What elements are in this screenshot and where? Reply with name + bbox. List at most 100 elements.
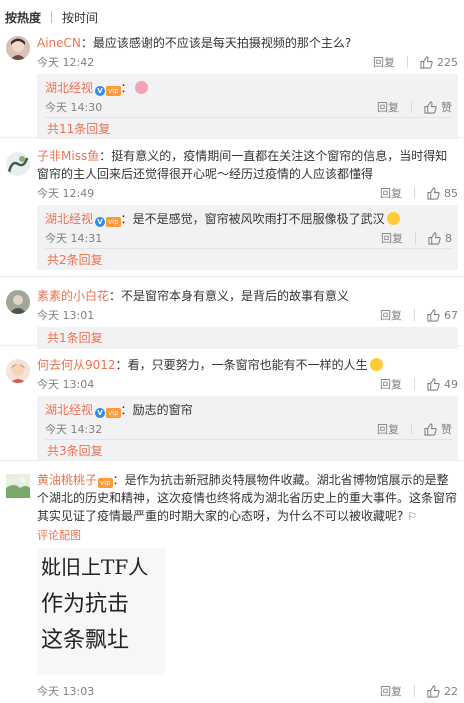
reply-box: 湖北经视 Vvip ：是不是感觉，窗帘被风吹雨打不屈服像极了武汉 今天 14:31 … bbox=[37, 205, 458, 270]
comment-image[interactable]: 妣旧上TF人 作为抗击 这条飘圵 bbox=[37, 548, 165, 675]
comment-meta: 今天 12:49 回复 85 bbox=[37, 183, 458, 203]
comment-item: 素素的小白花：不是窗帘本身有意义，是背后的故事有意义 今天 13:01 回复 6… bbox=[0, 276, 464, 349]
comment-image-link[interactable]: 评论配图 bbox=[37, 529, 81, 542]
more-replies-link[interactable]: 共11条回复 bbox=[45, 117, 452, 139]
like-button[interactable]: 49 bbox=[427, 378, 458, 391]
divider bbox=[414, 378, 415, 390]
like-count: 67 bbox=[444, 308, 458, 322]
like-button[interactable]: 8 bbox=[428, 232, 452, 245]
like-count: 22 bbox=[444, 684, 458, 698]
reply-button[interactable]: 回复 bbox=[381, 230, 403, 246]
divider bbox=[414, 685, 415, 697]
comment-text: 不是窗帘本身有意义，是背后的故事有意义 bbox=[121, 289, 350, 303]
comment-meta: 今天 13:04 回复 49 bbox=[37, 374, 458, 394]
like-label: 赞 bbox=[441, 423, 452, 436]
reply-time: 今天 14:30 bbox=[45, 101, 103, 114]
comment-time: 今天 12:42 bbox=[37, 56, 95, 69]
sort-by-time-tab[interactable]: 按时间 bbox=[62, 9, 98, 26]
more-replies-link[interactable]: 共2条回复 bbox=[45, 248, 452, 270]
comment-item: 子非Miss鱼：挺有意义的，疫情期间一直都在关注这个窗帘的信息，当时得知窗帘的主… bbox=[0, 137, 464, 276]
comment-username[interactable]: 黄油桃桃子 bbox=[37, 473, 97, 487]
vip-badge-icon: vip bbox=[106, 217, 121, 227]
emoji-icon bbox=[386, 212, 400, 225]
comment-meta: 今天 13:03 回复 22 bbox=[37, 681, 458, 701]
report-flag-icon[interactable]: ⚐ bbox=[407, 508, 417, 526]
avatar[interactable] bbox=[6, 290, 30, 314]
divider bbox=[415, 232, 416, 244]
reply-button[interactable]: 回复 bbox=[380, 185, 402, 201]
reply-button[interactable]: 回复 bbox=[380, 683, 402, 699]
reply-time: 今天 14:31 bbox=[45, 232, 103, 245]
like-count: 49 bbox=[444, 377, 458, 391]
like-button[interactable]: 赞 bbox=[424, 99, 452, 115]
like-button[interactable]: 67 bbox=[427, 309, 458, 322]
comment-time: 今天 13:03 bbox=[37, 685, 95, 698]
vip-badge-icon: vip bbox=[98, 478, 113, 488]
emoji-icon bbox=[369, 358, 383, 371]
like-label: 赞 bbox=[441, 101, 452, 114]
separator: ： bbox=[99, 149, 112, 163]
avatar[interactable] bbox=[6, 474, 30, 498]
vip-badge-icon: vip bbox=[106, 408, 121, 418]
like-count: 85 bbox=[444, 186, 458, 200]
image-text-line: 妣旧上TF人 bbox=[41, 555, 149, 579]
reply-username[interactable]: 湖北经视 bbox=[45, 81, 93, 95]
vip-badge-icon: vip bbox=[106, 86, 121, 96]
separator: ： bbox=[115, 358, 128, 372]
sub-reply: 湖北经视 Vvip ：励志的窗帘 今天 14:32 回复 赞 bbox=[45, 401, 452, 439]
comment-item: 黄油桃桃子 vip ：是作为抗击新冠肺炎特展物件收藏。湖北省博物馆展示的是整个湖北的… bbox=[0, 460, 464, 699]
like-button[interactable]: 22 bbox=[427, 685, 458, 698]
reply-text: 是不是感觉，窗帘被风吹雨打不屈服像极了武汉 bbox=[132, 212, 385, 226]
sort-by-hot-tab[interactable]: 按热度 bbox=[5, 9, 41, 26]
sub-reply: 湖北经视 Vvip ：是不是感觉，窗帘被风吹雨打不屈服像极了武汉 今天 14:31 … bbox=[45, 210, 452, 248]
emoji-icon bbox=[134, 81, 148, 94]
image-text-line: 这条飘圵 bbox=[41, 628, 130, 653]
thumbs-up-icon bbox=[428, 231, 441, 245]
divider bbox=[411, 423, 412, 435]
comment-item: 何去何从9012：看，只要努力，一条窗帘也能有不一样的人生 今天 13:04 回… bbox=[0, 345, 464, 461]
sort-bar: 按热度 按时间 bbox=[0, 0, 464, 34]
comment-meta: 今天 12:42 回复 225 bbox=[37, 52, 458, 72]
separator: ： bbox=[120, 403, 133, 417]
comment-username[interactable]: 何去何从9012 bbox=[37, 358, 116, 372]
reply-button[interactable]: 回复 bbox=[380, 307, 402, 323]
like-button[interactable]: 225 bbox=[420, 56, 458, 69]
comment-item: AineCN：最应该感谢的不应该是每天拍摄视频的那个主么? 今天 12:42 回… bbox=[0, 34, 464, 139]
verified-badge-icon: V bbox=[95, 86, 106, 96]
reply-button[interactable]: 回复 bbox=[377, 421, 399, 437]
avatar[interactable] bbox=[6, 152, 30, 176]
thumbs-up-icon bbox=[420, 55, 433, 69]
thumbs-up-icon bbox=[427, 377, 440, 391]
reply-time: 今天 14:32 bbox=[45, 423, 103, 436]
reply-username[interactable]: 湖北经视 bbox=[45, 403, 93, 417]
comment-time: 今天 12:49 bbox=[37, 187, 95, 200]
thumbs-up-icon bbox=[424, 422, 437, 436]
reply-username[interactable]: 湖北经视 bbox=[45, 212, 93, 226]
thumbs-up-icon bbox=[424, 100, 437, 114]
separator: ： bbox=[80, 36, 93, 50]
more-replies-link[interactable]: 共3条回复 bbox=[45, 439, 452, 461]
divider bbox=[414, 187, 415, 199]
reply-text: 励志的窗帘 bbox=[132, 403, 193, 417]
divider bbox=[414, 309, 415, 321]
reply-button[interactable]: 回复 bbox=[377, 99, 399, 115]
separator: ： bbox=[109, 289, 122, 303]
comment-time: 今天 13:01 bbox=[37, 309, 95, 322]
verified-badge-icon: V bbox=[95, 408, 106, 418]
divider bbox=[407, 56, 408, 68]
separator: ： bbox=[120, 212, 133, 226]
reply-button[interactable]: 回复 bbox=[373, 54, 395, 70]
avatar[interactable] bbox=[6, 36, 30, 60]
separator: ： bbox=[112, 473, 125, 487]
like-button[interactable]: 赞 bbox=[424, 421, 452, 437]
comment-username[interactable]: 子非Miss鱼 bbox=[37, 149, 99, 163]
avatar[interactable] bbox=[6, 359, 30, 383]
thumbs-up-icon bbox=[427, 684, 440, 698]
verified-badge-icon: V bbox=[95, 217, 106, 227]
comment-username[interactable]: 素素的小白花 bbox=[37, 289, 109, 303]
reply-button[interactable]: 回复 bbox=[380, 376, 402, 392]
comment-time: 今天 13:04 bbox=[37, 378, 95, 391]
like-count: 225 bbox=[437, 55, 458, 69]
comment-username[interactable]: AineCN bbox=[37, 36, 81, 50]
like-button[interactable]: 85 bbox=[427, 187, 458, 200]
